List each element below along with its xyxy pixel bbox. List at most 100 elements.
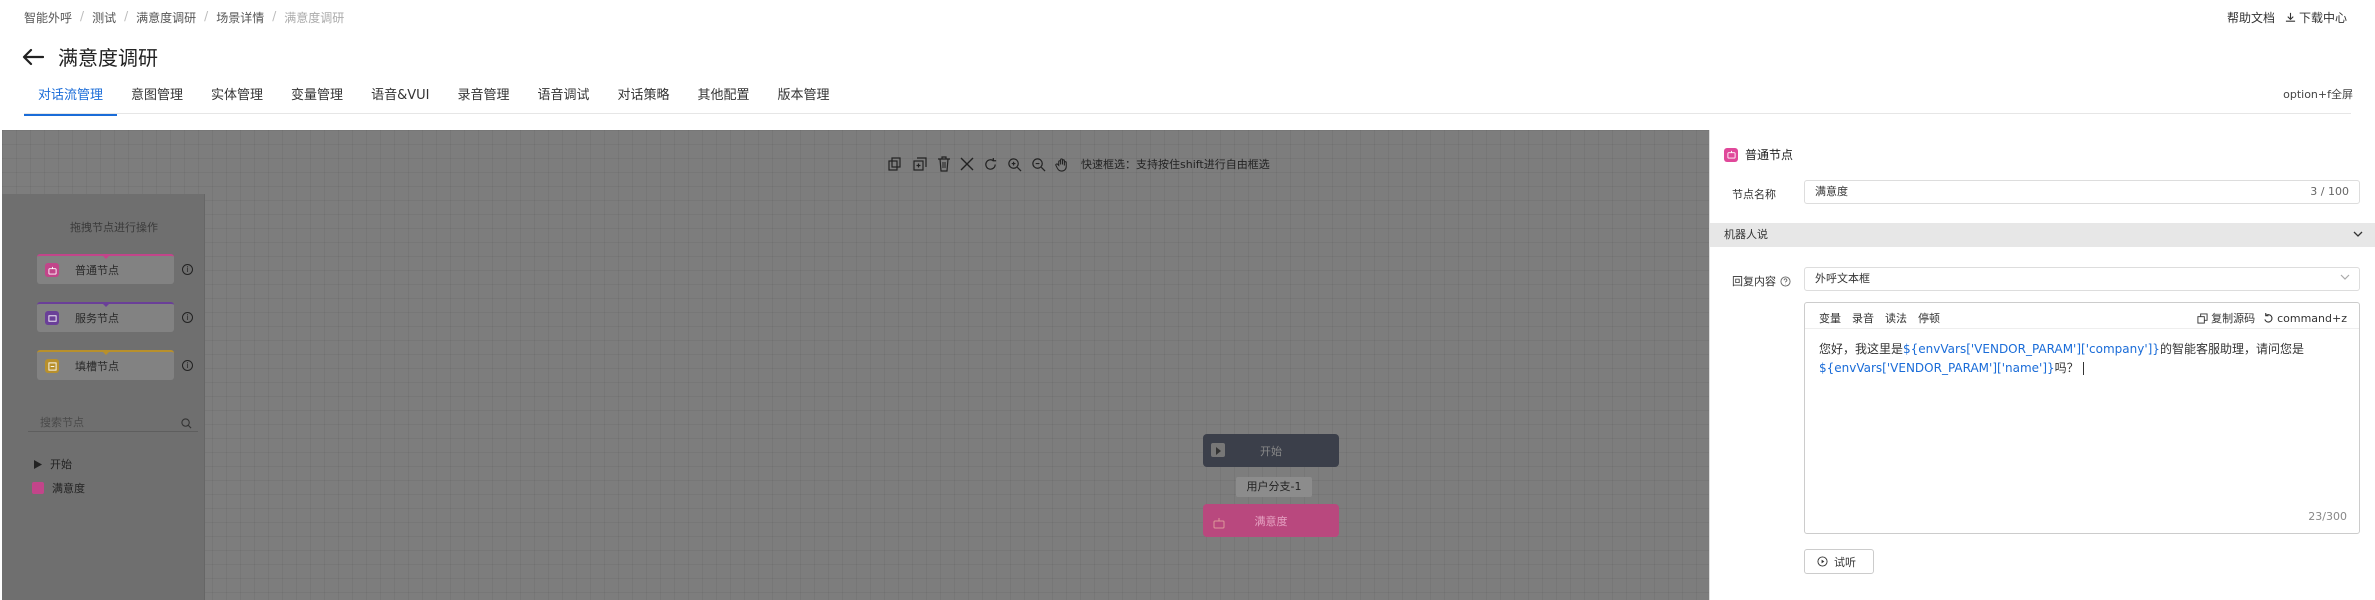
content-text: 吗？ <box>2054 361 2079 375</box>
tab-intent[interactable]: 意图管理 <box>117 84 197 114</box>
listen-button[interactable]: 试听 <box>1804 549 1874 574</box>
chevron-down-icon <box>2339 269 2351 291</box>
back-arrow-icon[interactable] <box>22 48 44 66</box>
flow-node-satisfaction[interactable]: 满意度 <box>1203 504 1339 537</box>
copy-source-label: 复制源码 <box>2211 312 2256 325</box>
info-icon[interactable]: i <box>182 312 193 323</box>
palette-node-label: 普通节点 <box>75 264 119 277</box>
tabs-divider <box>24 113 2351 114</box>
fullscreen-hint[interactable]: option+f全屏 <box>2283 86 2353 102</box>
flow-node-label: 满意度 <box>1254 514 1288 528</box>
service-icon <box>45 311 59 325</box>
help-circle-icon[interactable] <box>1780 275 1791 287</box>
toolbar-tip: 快速框选：支持按住shift进行自由框选 <box>1081 158 1270 171</box>
zoom-in-icon[interactable] <box>1007 157 1022 172</box>
palette-node-label: 服务节点 <box>75 312 119 325</box>
palette-node-label: 填槽节点 <box>75 360 119 373</box>
reply-type-value: 外呼文本框 <box>1815 272 1870 285</box>
char-count: 23/300 <box>2308 510 2347 523</box>
breadcrumb-item[interactable]: 智能外呼 <box>24 9 72 26</box>
reply-type-select[interactable]: 外呼文本框 <box>1804 267 2360 291</box>
breadcrumb: 智能外呼 / 测试 / 满意度调研 / 场景详情 / 满意度调研 <box>24 9 345 26</box>
robot-icon <box>45 263 59 277</box>
reply-content-label-wrap: 回复内容 <box>1732 273 1791 289</box>
content-text: 的智能客服助理，请问您是 <box>2159 342 2304 356</box>
tree-item-label: 开始 <box>50 458 72 471</box>
help-docs-link[interactable]: 帮助文档 <box>2227 9 2275 26</box>
breadcrumb-item[interactable]: 满意度调研 <box>136 9 196 26</box>
page-title: 满意度调研 <box>58 46 158 70</box>
refresh-icon[interactable] <box>983 157 998 172</box>
tab-dialog-flow[interactable]: 对话流管理 <box>24 84 118 116</box>
editor-toolbar: 变量 录音 读法 停顿 复制源码 command+z <box>1805 303 2359 329</box>
editor-tool-variable[interactable]: 变量 <box>1819 310 1841 326</box>
node-name-count: 3 / 100 <box>2310 185 2349 198</box>
editor-tool-pronunciation[interactable]: 读法 <box>1885 310 1907 326</box>
close-icon[interactable] <box>960 157 974 171</box>
reply-editor[interactable]: 变量 录音 读法 停顿 复制源码 command+z 您好，我这里是${envV… <box>1804 302 2360 534</box>
section-robot-says[interactable]: 机器人说 <box>1710 223 2375 247</box>
download-center-label: 下载中心 <box>2298 11 2347 25</box>
tab-entity[interactable]: 实体管理 <box>197 84 277 114</box>
flow-canvas[interactable] <box>2 130 1709 600</box>
content-variable[interactable]: ${envVars['VENDOR_PARAM']['company']} <box>1903 342 2160 356</box>
copy-icon[interactable] <box>887 156 903 172</box>
tree-item-start[interactable]: 开始 <box>34 456 72 472</box>
undo-button[interactable]: command+z <box>2263 312 2347 325</box>
editor-tool-recording[interactable]: 录音 <box>1852 310 1874 326</box>
content-variable[interactable]: ${envVars['VENDOR_PARAM']['name']} <box>1819 361 2055 375</box>
flow-branch-label[interactable]: 用户分支-1 <box>1236 477 1312 497</box>
zoom-out-icon[interactable] <box>1031 157 1046 172</box>
palette-node-slot[interactable]: 填槽节点 <box>37 350 174 380</box>
robot-icon <box>32 482 44 494</box>
palette-node-service[interactable]: 服务节点 <box>37 302 174 332</box>
text-caret <box>2082 362 2084 375</box>
tree-item-label: 满意度 <box>52 482 85 495</box>
info-icon[interactable]: i <box>182 264 193 275</box>
undo-hint: command+z <box>2277 311 2347 325</box>
undo-icon <box>2264 312 2273 323</box>
tab-variable[interactable]: 变量管理 <box>277 84 357 114</box>
node-name-input[interactable]: 满意度 3 / 100 <box>1804 180 2360 204</box>
tab-dialog-strategy[interactable]: 对话策略 <box>603 84 683 114</box>
tab-voice-vui[interactable]: 语音&VUI <box>357 84 443 114</box>
palette-node-normal[interactable]: 普通节点 <box>37 254 174 284</box>
play-circle-icon <box>1817 556 1828 567</box>
download-center-link[interactable]: 下载中心 <box>2285 9 2347 26</box>
node-search-input[interactable]: 搜索节点 <box>28 410 198 432</box>
node-name-label: 节点名称 <box>1732 188 1776 201</box>
node-name-value: 满意度 <box>1815 185 1848 198</box>
palette-hint: 拖拽节点进行操作 <box>70 221 158 234</box>
caret-right-icon <box>34 459 42 469</box>
breadcrumb-item[interactable]: 测试 <box>92 9 116 26</box>
panel-header: 普通节点 <box>1724 146 1793 163</box>
section-title: 机器人说 <box>1724 228 1768 241</box>
main-tabs: 对话流管理 意图管理 实体管理 变量管理 语音&VUI 录音管理 语音调试 对话… <box>24 84 844 116</box>
flow-node-label: 开始 <box>1260 444 1282 458</box>
editor-tool-pause[interactable]: 停顿 <box>1918 310 1940 326</box>
delete-icon[interactable] <box>937 156 951 172</box>
breadcrumb-item[interactable]: 场景详情 <box>216 9 264 26</box>
tab-other-config[interactable]: 其他配置 <box>684 84 764 114</box>
flow-node-start[interactable]: 开始 <box>1203 434 1339 467</box>
app-root: 智能外呼 / 测试 / 满意度调研 / 场景详情 / 满意度调研 帮助文档 下载中心 满… <box>0 0 2375 600</box>
search-placeholder: 搜索节点 <box>40 416 84 429</box>
copy-source-button[interactable]: 复制源码 <box>2197 310 2255 326</box>
hand-pan-icon[interactable] <box>1055 157 1070 172</box>
node-config-panel: 普通节点 节点名称 满意度 3 / 100 机器人说 回复内容 外呼文本框 变量… <box>1709 130 2375 600</box>
reply-content-label: 回复内容 <box>1732 275 1776 288</box>
info-icon[interactable]: i <box>182 360 193 371</box>
search-icon <box>181 414 192 433</box>
tab-recording[interactable]: 录音管理 <box>443 84 523 114</box>
top-links: 帮助文档 下载中心 <box>2227 9 2347 26</box>
tab-voice-debug[interactable]: 语音调试 <box>523 84 603 114</box>
chevron-down-icon <box>2352 225 2364 249</box>
breadcrumb-current: 满意度调研 <box>284 11 345 25</box>
canvas-toolbar: 快速框选：支持按住shift进行自由框选 <box>887 156 1270 172</box>
tab-version[interactable]: 版本管理 <box>764 84 844 114</box>
duplicate-icon[interactable] <box>912 156 928 172</box>
download-icon <box>2285 12 2296 22</box>
tree-item-satisfaction[interactable]: 满意度 <box>32 480 85 496</box>
editor-content[interactable]: 您好，我这里是${envVars['VENDOR_PARAM']['compan… <box>1819 340 2345 378</box>
title-row: 满意度调研 <box>22 42 158 71</box>
